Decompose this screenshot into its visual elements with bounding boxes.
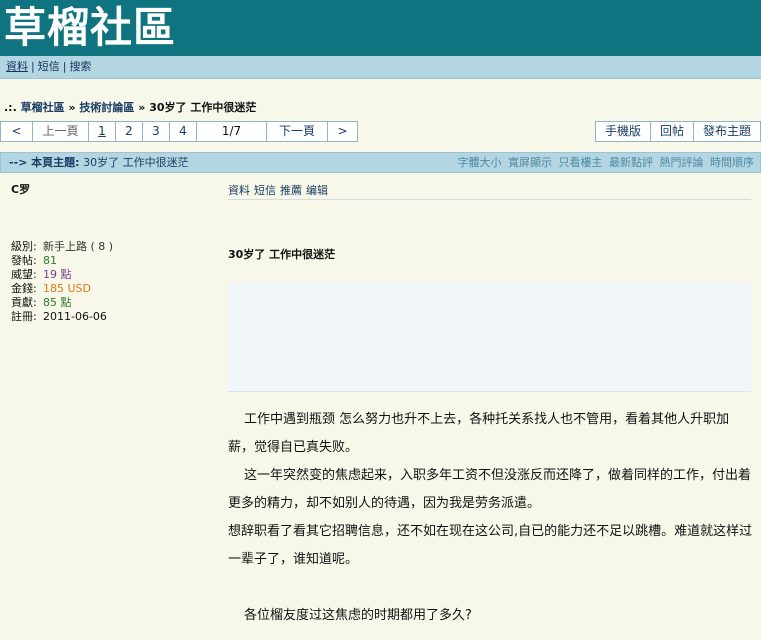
prev-page-button[interactable]: 上一頁: [33, 122, 89, 141]
page-2-button[interactable]: 2: [116, 122, 143, 141]
author-info: 級別: 新手上路 ( 8 ) 發帖: 81 威望: 19 點 金錢: 185 USD 貢…: [11, 240, 113, 324]
post-title: 30岁了 工作中很迷茫: [228, 248, 336, 261]
topic-bar: --> 本頁主題: 30岁了 工作中很迷茫 字體大小 寬屏顯示 只看樓主 最新點…: [0, 152, 761, 173]
breadcrumb: .:. 草榴社區 » 技術討論區 » 30岁了 工作中很迷茫: [4, 101, 257, 114]
font-size-option[interactable]: 字體大小: [458, 156, 502, 169]
post-paragraph: 工作中遇到瓶颈 怎么努力也升不上去，各种托关系找人也不管用，看着其他人升职加薪，…: [228, 412, 730, 455]
post-message-link[interactable]: 短信: [254, 184, 276, 197]
author-name: C罗: [11, 183, 31, 196]
post-profile-link[interactable]: 資料: [228, 184, 250, 197]
info-row: 金錢: 185 USD: [11, 282, 91, 295]
info-row: 級別: 新手上路 ( 8 ): [11, 240, 114, 253]
post-edit-link[interactable]: 编辑: [306, 184, 328, 197]
next-arrow-button[interactable]: >: [328, 122, 357, 141]
pagination: < 上一頁 1 2 3 4 1/7 下一頁 >: [0, 121, 358, 142]
breadcrumb-topic: 30岁了 工作中很迷茫: [149, 101, 257, 114]
latest-comments-option[interactable]: 最新點評: [609, 156, 653, 169]
prev-arrow-button[interactable]: <: [1, 122, 33, 141]
post-content: 工作中遇到瓶颈 怎么努力也升不上去，各种托关系找人也不管用，看着其他人升职加薪，…: [228, 406, 754, 630]
page-indicator: 1/7: [197, 122, 267, 141]
post-paragraph: [228, 574, 754, 602]
breadcrumb-home[interactable]: 草榴社區: [21, 101, 65, 114]
topic-bar-label: --> 本頁主題:: [9, 156, 80, 169]
nav-messages-link[interactable]: 短信: [38, 60, 60, 73]
nav-profile-link[interactable]: 資料: [6, 60, 28, 73]
view-options: 字體大小 寬屏顯示 只看樓主 最新點評 熱門評論 時間順序: [455, 153, 755, 172]
topic-actions: 手機版 回帖 發布主題: [594, 121, 761, 142]
info-row: 威望: 19 點: [11, 268, 72, 281]
info-row: 貢獻: 85 點: [11, 296, 72, 309]
page-1-button[interactable]: 1: [89, 122, 116, 141]
mobile-version-button[interactable]: 手機版: [596, 122, 651, 141]
reply-button[interactable]: 回帖: [651, 122, 694, 141]
post-operations: 資料 短信 推薦 编辑: [228, 182, 332, 198]
divider: [228, 199, 751, 200]
post-paragraph: 这一年突然变的焦虑起来，入职多年工资不但没涨反而还降了，做着同样的工作，付出着更…: [228, 468, 752, 511]
info-row: 發帖: 81: [11, 254, 57, 267]
post-paragraph: 想辞职看了看其它招聘信息，还不如在现在这公司,自已的能力还不足以跳槽。难道就这样…: [228, 524, 753, 567]
author-only-option[interactable]: 只看樓主: [559, 156, 603, 169]
next-page-button[interactable]: 下一頁: [267, 122, 328, 141]
new-topic-button[interactable]: 發布主題: [694, 122, 760, 141]
page-3-button[interactable]: 3: [143, 122, 170, 141]
hot-comments-option[interactable]: 熱門評論: [660, 156, 704, 169]
page-4-button[interactable]: 4: [170, 122, 197, 141]
post-image-placeholder: [228, 283, 751, 392]
topic-bar-title: 30岁了 工作中很迷茫: [83, 156, 189, 169]
post-recommend-link[interactable]: 推薦: [280, 184, 302, 197]
site-banner: 草榴社區: [0, 0, 761, 56]
breadcrumb-forum[interactable]: 技術討論區: [79, 101, 134, 114]
site-logo[interactable]: 草榴社區: [4, 2, 176, 54]
top-nav: 資料 | 短信 | 搜索: [0, 56, 761, 79]
time-order-option[interactable]: 時間順序: [710, 156, 754, 169]
wide-screen-option[interactable]: 寬屏顯示: [508, 156, 552, 169]
info-row: 註冊: 2011-06-06: [11, 310, 107, 323]
post-paragraph: 各位榴友度过这焦虑的时期都用了多久?: [244, 608, 472, 623]
nav-search-link[interactable]: 搜索: [69, 60, 91, 73]
